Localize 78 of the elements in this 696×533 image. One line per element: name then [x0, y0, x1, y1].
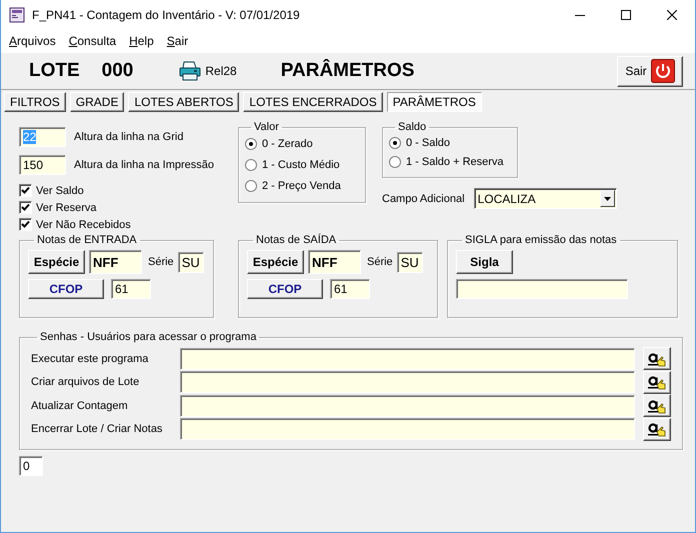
- input-field[interactable]: 61: [330, 279, 370, 299]
- input-field[interactable]: 150: [19, 155, 66, 175]
- tab[interactable]: LOTES ABERTOS: [128, 92, 240, 112]
- sigla-button[interactable]: Sigla: [456, 250, 513, 274]
- group-title: Senhas - Usuários para acessar o programa: [39, 331, 258, 343]
- minimize-icon: [575, 14, 585, 16]
- dropdown[interactable]: LOCALIZA: [474, 188, 617, 209]
- radio-label: 0 - Zerado: [262, 138, 313, 150]
- radio-button[interactable]: [389, 156, 401, 168]
- app-icon: [9, 7, 25, 23]
- edit-button[interactable]: [643, 370, 671, 394]
- password-field[interactable]: [180, 394, 635, 417]
- input-field[interactable]: [456, 279, 628, 299]
- field-label: Executar este programa: [31, 352, 150, 365]
- radio-label: 0 - Saldo: [406, 136, 450, 148]
- edit-button[interactable]: [643, 347, 671, 370]
- field-label: Série: [367, 256, 393, 268]
- edit-button[interactable]: [643, 394, 671, 418]
- lote-number: 000: [102, 60, 134, 82]
- field-value: 22: [23, 130, 36, 144]
- input-field[interactable]: NFF: [308, 250, 361, 274]
- exit-button[interactable]: Sair: [617, 56, 683, 86]
- window-title: F_PN41 - Contagem do Inventário - V: 07/01/2019: [32, 8, 300, 22]
- input-field[interactable]: 0: [19, 456, 43, 476]
- cfop-button[interactable]: CFOP: [28, 279, 104, 299]
- menu-item[interactable]: Sair: [166, 34, 188, 48]
- menu-item[interactable]: Help: [129, 34, 154, 48]
- power-icon: [650, 59, 675, 83]
- radio-button[interactable]: [245, 180, 257, 192]
- field-value: 150: [23, 158, 44, 172]
- field-label: Série: [148, 256, 174, 268]
- checkbox[interactable]: [19, 201, 32, 214]
- field-label: Atualizar Contagem: [31, 400, 129, 412]
- group-title: Valor: [253, 121, 280, 133]
- edit-button[interactable]: [643, 418, 671, 441]
- checkbox[interactable]: [19, 218, 32, 231]
- field-label: Altura da linha na Grid: [74, 131, 184, 143]
- radio-label: 1 - Saldo + Reserva: [406, 156, 504, 168]
- especie-button[interactable]: Espécie: [247, 250, 304, 274]
- password-field[interactable]: [180, 371, 635, 394]
- printer-icon[interactable]: [179, 61, 202, 81]
- maximize-icon: [621, 10, 631, 20]
- close-icon: [667, 10, 677, 20]
- field-label: Altura da linha na Impressão: [74, 159, 214, 171]
- tab[interactable]: GRADE: [70, 92, 124, 112]
- checkbox[interactable]: [19, 184, 32, 197]
- cfop-button[interactable]: CFOP: [247, 279, 323, 299]
- report-label: Rel28: [205, 64, 237, 78]
- group-title: Saldo: [397, 121, 428, 133]
- checkbox-label: Ver Saldo: [36, 184, 84, 196]
- field-label: Encerrar Lote / Criar Notas: [31, 423, 164, 436]
- field-label: Criar arquivos de Lote: [31, 376, 140, 388]
- menu-item[interactable]: Consulta: [68, 34, 116, 48]
- radio-label: 2 - Preço Venda: [262, 180, 341, 192]
- password-field[interactable]: [180, 418, 635, 440]
- especie-button[interactable]: Espécie: [28, 250, 85, 274]
- radio-label: 1 - Custo Médio: [262, 158, 340, 170]
- menu-item[interactable]: Arquivos: [9, 34, 56, 48]
- tab[interactable]: LOTES ENCERRADOS: [243, 92, 383, 112]
- radio-button[interactable]: [245, 158, 257, 170]
- lote-label: LOTE: [29, 60, 80, 82]
- checkbox-label: Ver Não Recebidos: [36, 218, 131, 230]
- page-title: PARÂMETROS: [280, 60, 414, 82]
- input-field[interactable]: 61: [111, 279, 151, 299]
- radio-button[interactable]: [389, 136, 401, 148]
- tab[interactable]: PARÂMETROS: [386, 92, 482, 112]
- radio-button[interactable]: [245, 138, 257, 150]
- input-field[interactable]: SU: [396, 252, 423, 272]
- input-field[interactable]: NFF: [89, 250, 142, 274]
- input-field[interactable]: SU: [178, 252, 204, 272]
- tab[interactable]: FILTROS: [4, 92, 66, 112]
- group-title: Notas de SAÍDA: [255, 234, 338, 246]
- field-label: Campo Adicional: [382, 192, 465, 204]
- group-title: Notas de ENTRADA: [36, 234, 138, 246]
- dropdown-arrow-icon: [604, 196, 611, 200]
- group-title: SIGLA para emissão das notas: [464, 234, 618, 246]
- password-field[interactable]: [180, 348, 635, 370]
- checkbox-label: Ver Reserva: [36, 202, 97, 214]
